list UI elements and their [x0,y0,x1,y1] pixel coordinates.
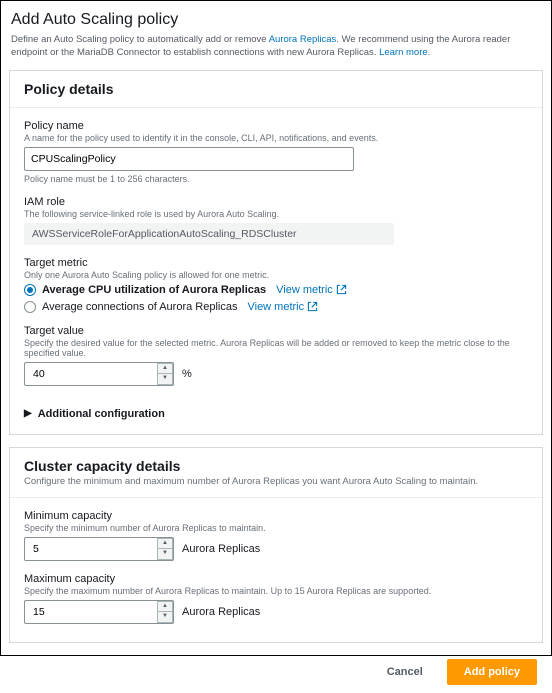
target-value-stepper[interactable]: ▲ ▼ [24,362,174,386]
stepper-up-icon[interactable]: ▲ [157,363,173,374]
min-capacity-label: Minimum capacity [24,510,528,522]
iam-role-help: The following service-linked role is use… [24,209,528,219]
target-value-help: Specify the desired value for the select… [24,338,528,358]
external-link-icon [336,284,347,295]
stepper-down-icon[interactable]: ▼ [157,611,173,623]
caret-right-icon: ▶ [24,408,32,419]
page-description: Define an Auto Scaling policy to automat… [11,33,543,60]
iam-role-value: AWSServiceRoleForApplicationAutoScaling_… [24,223,394,245]
policy-details-heading: Policy details [10,71,542,108]
cluster-capacity-panel: Cluster capacity details Configure the m… [9,447,543,643]
view-metric-link-connections[interactable]: View metric [247,301,318,313]
max-capacity-help: Specify the maximum number of Aurora Rep… [24,586,528,596]
view-metric-link-cpu[interactable]: View metric [276,284,347,296]
view-metric-text: View metric [276,284,333,296]
iam-role-field: IAM role The following service-linked ro… [24,196,528,245]
target-value-label: Target value [24,325,528,337]
metric-option-connections-label: Average connections of Aurora Replicas [42,301,237,313]
cluster-capacity-description: Configure the minimum and maximum number… [10,472,542,498]
target-value-field: Target value Specify the desired value f… [24,325,528,386]
radio-selected-icon [24,284,36,296]
min-capacity-field: Minimum capacity Specify the minimum num… [24,510,528,561]
cancel-button[interactable]: Cancel [373,659,437,685]
policy-name-input[interactable] [24,147,354,171]
external-link-icon [307,301,318,312]
footer-actions: Cancel Add policy [9,655,543,685]
max-capacity-unit: Aurora Replicas [182,606,260,618]
policy-details-panel: Policy details Policy name A name for th… [9,70,543,435]
policy-name-constraint: Policy name must be 1 to 256 characters. [24,174,528,184]
learn-more-link[interactable]: Learn more [379,47,428,58]
policy-name-help: A name for the policy used to identify i… [24,133,528,143]
policy-name-field: Policy name A name for the policy used t… [24,120,528,184]
metric-option-connections[interactable]: Average connections of Aurora Replicas V… [24,301,528,313]
stepper-down-icon[interactable]: ▼ [157,548,173,560]
min-capacity-input[interactable] [24,537,174,561]
stepper-down-icon[interactable]: ▼ [157,373,173,385]
policy-name-label: Policy name [24,120,528,132]
target-metric-help: Only one Aurora Auto Scaling policy is a… [24,270,528,280]
additional-config-expander[interactable]: ▶ Additional configuration [24,398,528,420]
min-capacity-stepper[interactable]: ▲ ▼ [24,537,174,561]
target-metric-field: Target metric Only one Aurora Auto Scali… [24,257,528,313]
metric-option-cpu-label: Average CPU utilization of Aurora Replic… [42,284,266,296]
iam-role-label: IAM role [24,196,528,208]
view-metric-text: View metric [247,301,304,313]
stepper-up-icon[interactable]: ▲ [157,601,173,612]
additional-config-label: Additional configuration [38,408,165,420]
metric-option-cpu[interactable]: Average CPU utilization of Aurora Replic… [24,284,528,296]
max-capacity-stepper[interactable]: ▲ ▼ [24,600,174,624]
min-capacity-help: Specify the minimum number of Aurora Rep… [24,523,528,533]
radio-unselected-icon [24,301,36,313]
min-capacity-unit: Aurora Replicas [182,543,260,555]
max-capacity-field: Maximum capacity Specify the maximum num… [24,573,528,624]
desc-text: . [428,47,431,58]
target-metric-label: Target metric [24,257,528,269]
target-value-unit: % [182,368,192,380]
target-value-input[interactable] [24,362,174,386]
max-capacity-label: Maximum capacity [24,573,528,585]
add-policy-button[interactable]: Add policy [447,659,537,685]
desc-text: Define an Auto Scaling policy to automat… [11,34,269,45]
stepper-up-icon[interactable]: ▲ [157,538,173,549]
aurora-replicas-link[interactable]: Aurora Replicas [269,34,337,45]
max-capacity-input[interactable] [24,600,174,624]
page-title: Add Auto Scaling policy [11,11,543,29]
